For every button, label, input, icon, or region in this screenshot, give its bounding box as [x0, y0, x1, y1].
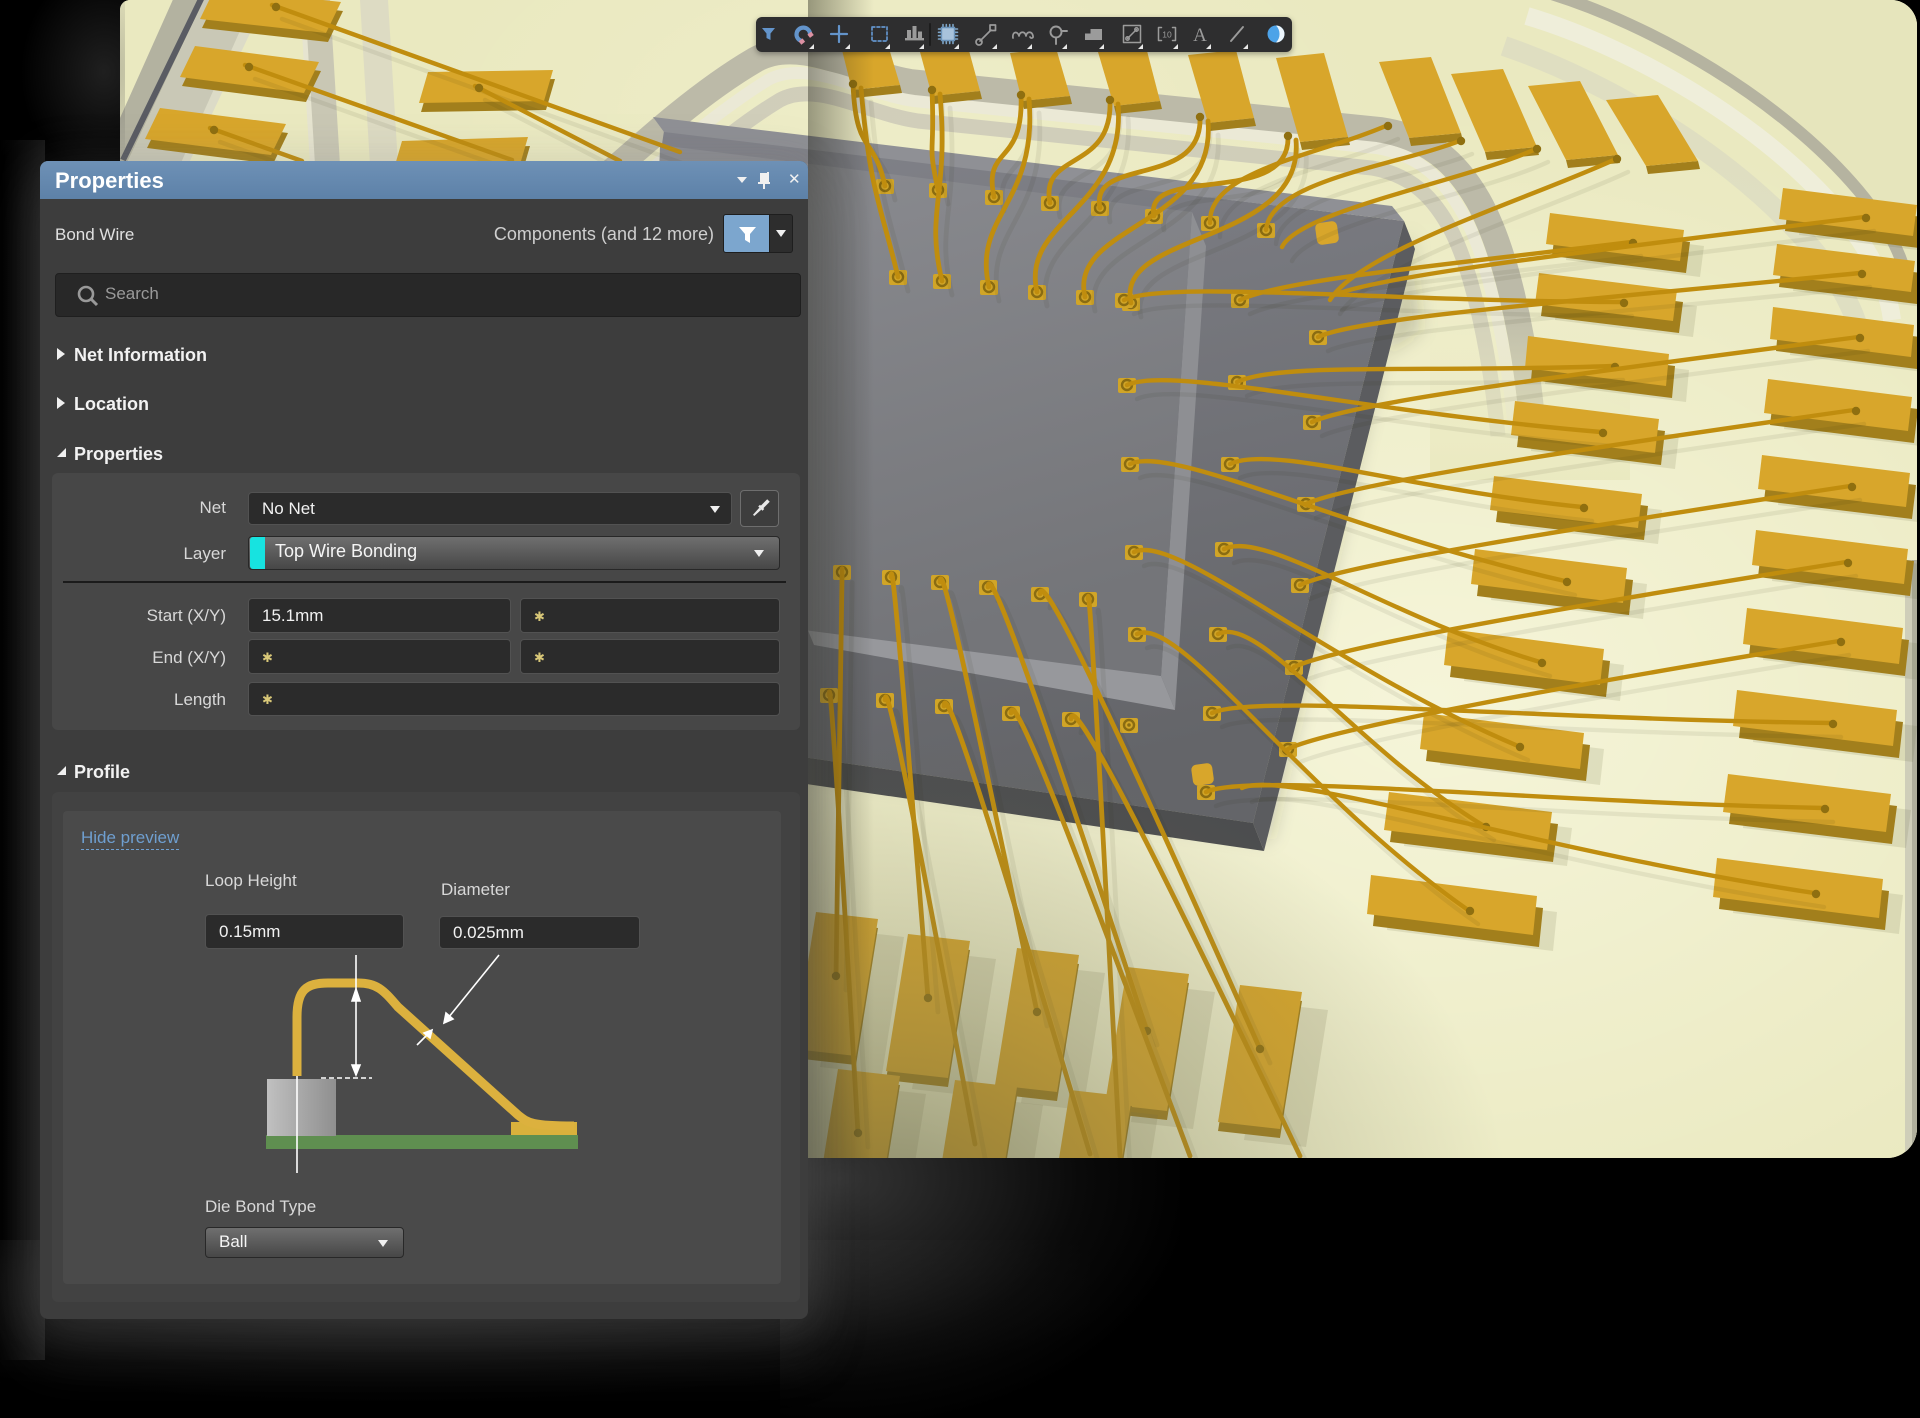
- svg-text:A: A: [1193, 25, 1207, 46]
- svg-text:10: 10: [1162, 30, 1172, 40]
